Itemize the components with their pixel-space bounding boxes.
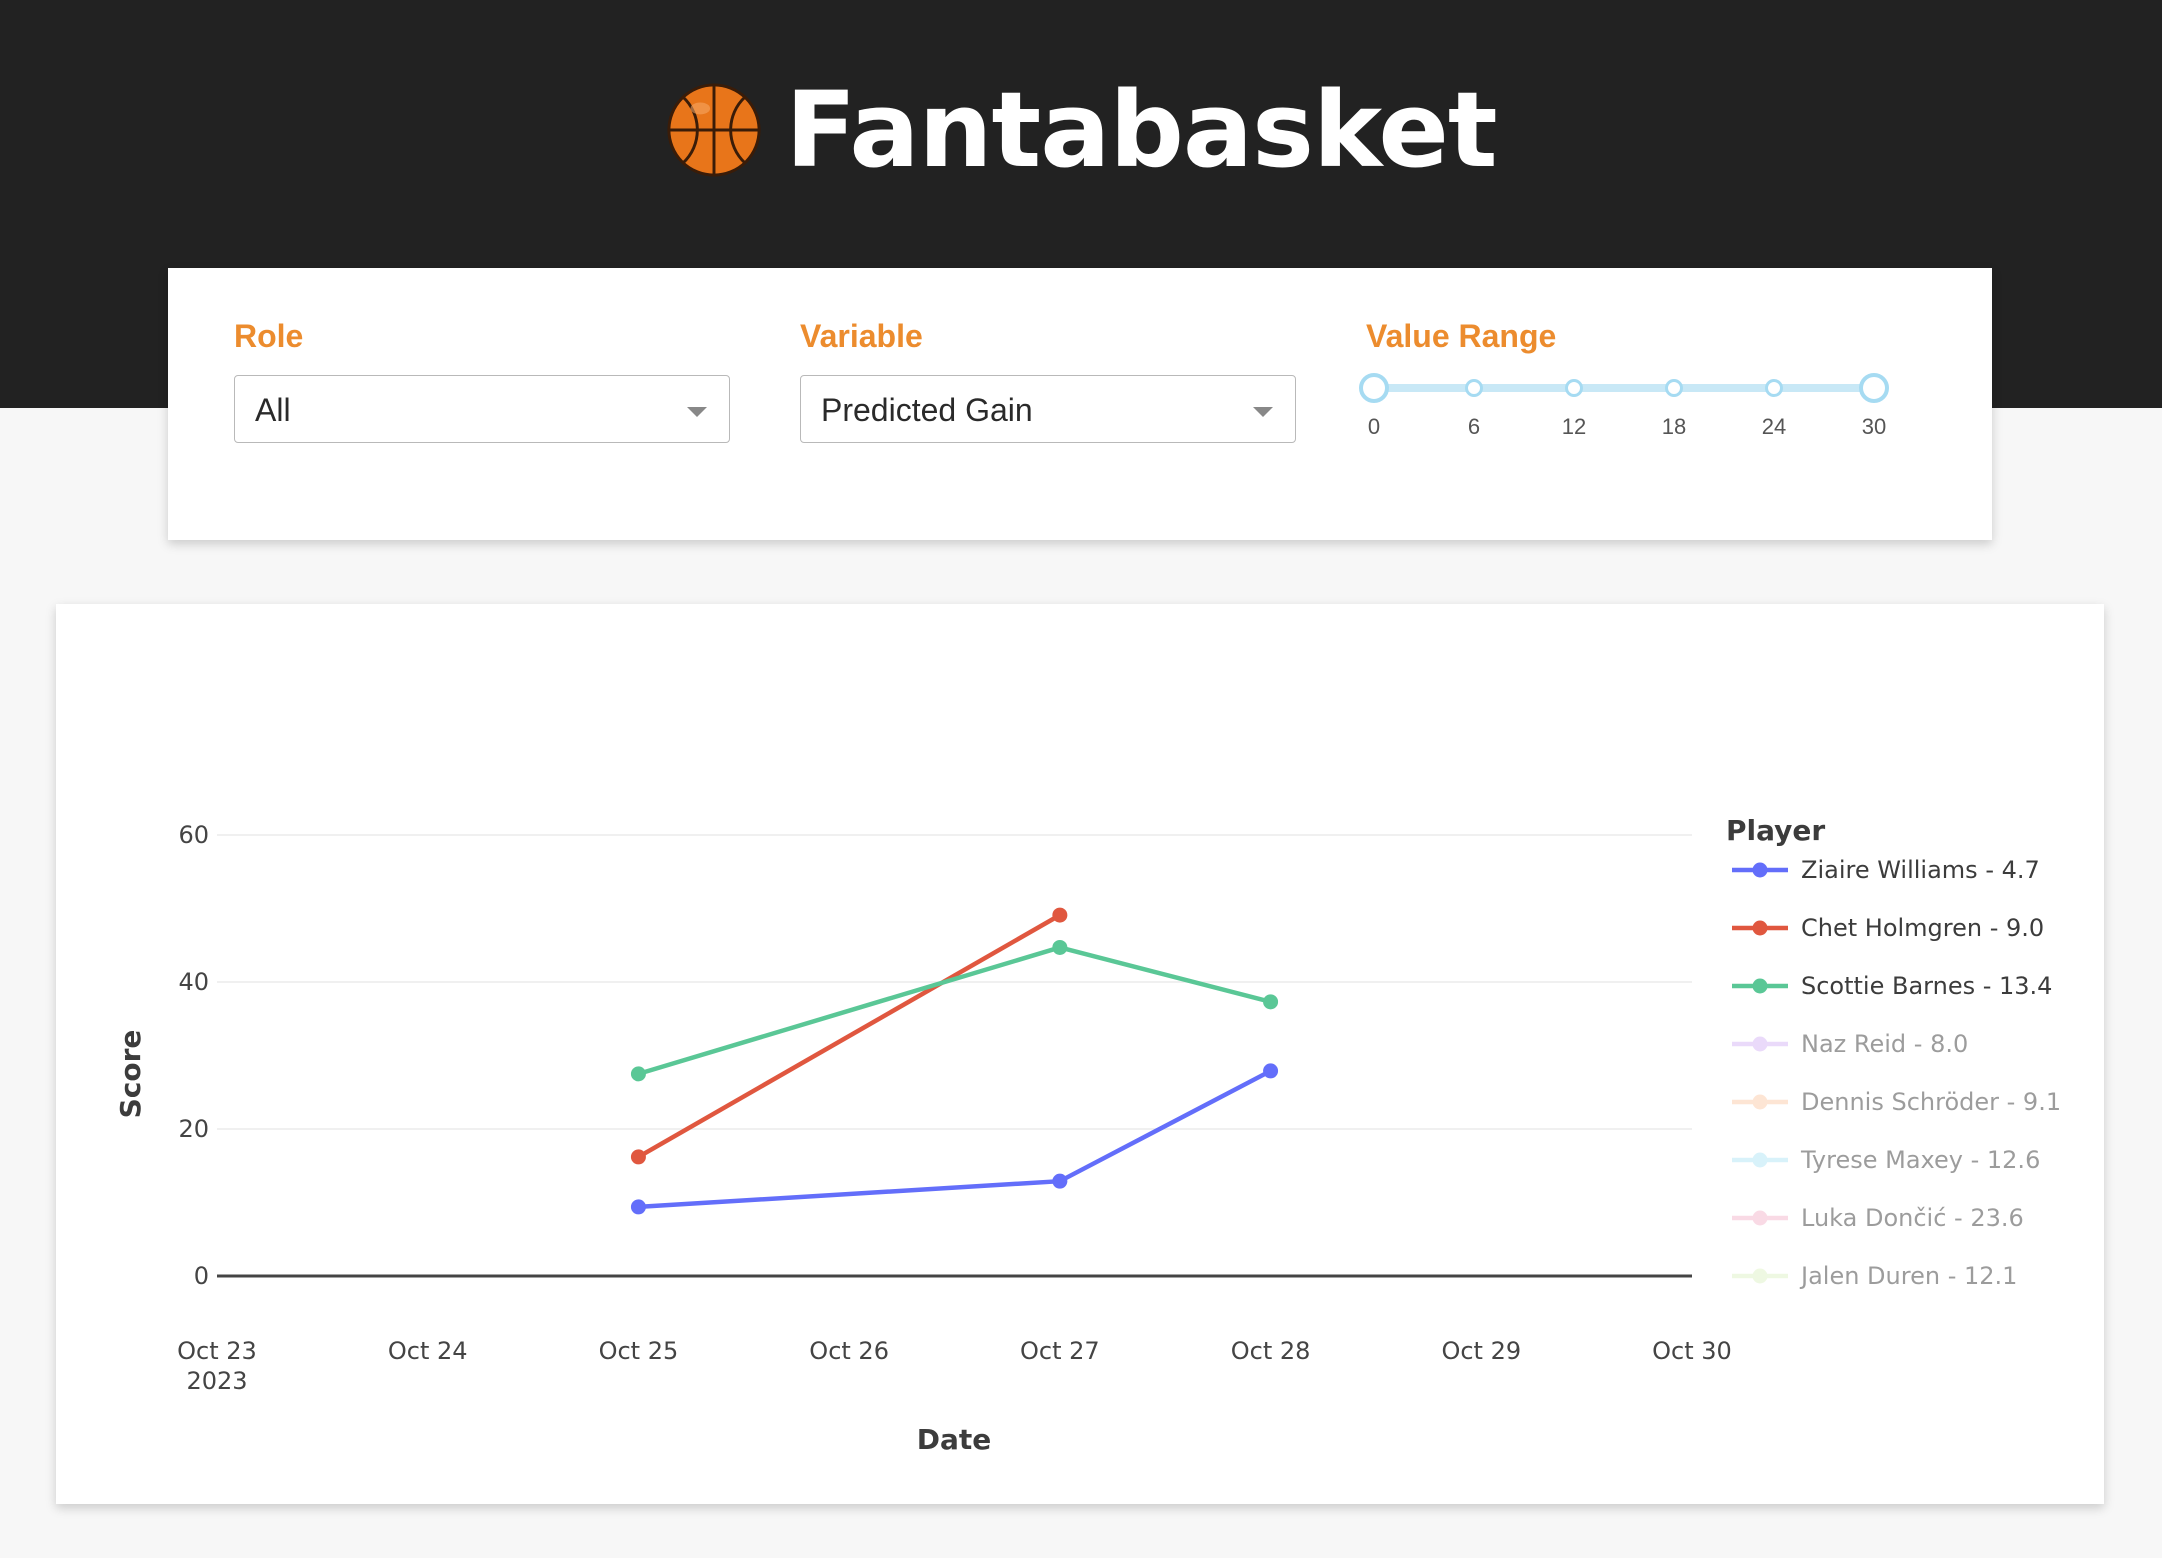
- series-line: [638, 1068, 1272, 1210]
- legend-marker: [1752, 1094, 1768, 1110]
- role-label: Role: [234, 318, 304, 354]
- legend-marker: [1752, 978, 1768, 994]
- data-point[interactable]: [630, 1066, 646, 1082]
- legend-marker: [1752, 1268, 1768, 1284]
- chart-gridlines: [217, 834, 1692, 1278]
- app-title: Fantabasket: [785, 69, 1497, 191]
- legend-label: Chet Holmgren - 9.0: [1801, 914, 2044, 942]
- legend-title: Player: [1726, 814, 1825, 847]
- legend-label: Ziaire Williams - 4.7: [1801, 856, 2040, 884]
- role-select[interactable]: All: [234, 375, 730, 443]
- series-line: [637, 913, 1061, 1159]
- x-tick-label: Oct 26: [809, 1337, 889, 1365]
- y-tick-label: 20: [178, 1115, 209, 1143]
- slider-tick-label: 24: [1761, 414, 1787, 439]
- x-tick-label: Oct 25: [599, 1337, 679, 1365]
- data-point[interactable]: [1263, 994, 1279, 1010]
- legend-item[interactable]: Chet Holmgren - 9.0: [1732, 914, 2044, 942]
- x-tick-label: Oct 29: [1441, 1337, 1521, 1365]
- slider-handle[interactable]: [1359, 373, 1389, 403]
- legend-label: Tyrese Maxey - 12.6: [1800, 1146, 2040, 1174]
- legend-marker: [1752, 862, 1768, 878]
- legend-item[interactable]: Ziaire Williams - 4.7: [1732, 856, 2040, 884]
- variable-label: Variable: [800, 318, 923, 354]
- x-tick-label: Oct 28: [1231, 1337, 1311, 1365]
- x-axis-ticks: Oct 232023 Oct 24 Oct 25 Oct 26 Oct 27 Oct 28…: [177, 1337, 1732, 1395]
- slider-mark: [1565, 379, 1583, 397]
- score-line-chart: 0204060 Oct 232023Oct 24 Oct 25 Oct 26 Oct …: [114, 814, 2061, 1456]
- slider-tick-label: 0: [1367, 414, 1381, 439]
- chart-legend: Ziaire Williams - 4.7 Chet Holmgren - 9.0…: [1732, 856, 2061, 1290]
- x-tick-label: Oct 24: [388, 1337, 468, 1365]
- slider-mark: [1465, 379, 1483, 397]
- slider-tick-label: 30: [1861, 414, 1887, 439]
- legend-label: Dennis Schröder - 9.1: [1801, 1088, 2061, 1116]
- slider-handle[interactable]: [1859, 373, 1889, 403]
- x-axis-title: Date: [917, 1423, 992, 1456]
- chevron-down-icon: [1253, 407, 1273, 417]
- basketball-icon: [667, 83, 761, 177]
- variable-select[interactable]: Predicted Gain: [800, 375, 1296, 443]
- chart-card: 0 20 40 60 Oct 23 2023 Oct 24 Oct 25 Oct 26 Oct …: [56, 604, 2104, 1504]
- legend-label: Naz Reid - 8.0: [1801, 1030, 1968, 1058]
- legend-marker: [1752, 1210, 1768, 1226]
- series-line: [637, 945, 1272, 1077]
- legend-item[interactable]: Dennis Schröder - 9.1: [1732, 1088, 2061, 1116]
- y-tick-label: 40: [178, 968, 209, 996]
- role-select-value: All: [255, 392, 291, 428]
- filter-panel: Role All Variable Predicted Gain Value R…: [168, 268, 1992, 540]
- variable-select-value: Predicted Gain: [821, 392, 1033, 428]
- slider-tick-label: 18: [1661, 414, 1687, 439]
- legend-label: Jalen Duren - 12.1: [1799, 1262, 2017, 1290]
- value-range-label: Value Range: [1366, 318, 1557, 354]
- data-point[interactable]: [1052, 1173, 1068, 1189]
- legend-marker: [1752, 920, 1768, 936]
- y-tick-label: 0: [194, 1262, 209, 1290]
- chart-series: [630, 907, 1279, 1215]
- legend-item[interactable]: Naz Reid - 8.0: [1732, 1030, 1968, 1058]
- data-point[interactable]: [630, 1199, 646, 1215]
- legend-label: Luka Dončić - 23.6: [1801, 1204, 2024, 1232]
- legend-item[interactable]: Luka Dončić - 23.6: [1732, 1204, 2024, 1232]
- slider-tick-label: 6: [1467, 414, 1481, 439]
- data-point[interactable]: [1052, 907, 1068, 923]
- x-tick-label: Oct 23: [177, 1337, 257, 1365]
- legend-marker: [1752, 1152, 1768, 1168]
- legend-label: Scottie Barnes - 13.4: [1801, 972, 2052, 1000]
- legend-marker: [1752, 1036, 1768, 1052]
- slider-mark: [1765, 379, 1783, 397]
- x-tick-year-label: 2023: [186, 1367, 247, 1395]
- legend-item[interactable]: Jalen Duren - 12.1: [1732, 1262, 2017, 1290]
- legend-item[interactable]: Scottie Barnes - 13.4: [1732, 972, 2052, 1000]
- data-point[interactable]: [630, 1149, 646, 1165]
- chevron-down-icon: [687, 407, 707, 417]
- y-axis-title: Score: [114, 1030, 147, 1119]
- y-axis-ticks: 0 20 40 60: [178, 821, 209, 1290]
- slider-tick-label: 12: [1561, 414, 1587, 439]
- x-tick-label: Oct 27: [1020, 1337, 1100, 1365]
- data-point[interactable]: [1052, 939, 1068, 955]
- slider-track[interactable]: [1374, 384, 1874, 392]
- data-point[interactable]: [1263, 1063, 1279, 1079]
- legend-item[interactable]: Tyrese Maxey - 12.6: [1732, 1146, 2040, 1174]
- x-tick-label: Oct 30: [1652, 1337, 1732, 1365]
- y-tick-label: 60: [178, 821, 209, 849]
- value-range-slider[interactable]: 0 6 12 18 24 30: [1359, 370, 1889, 440]
- app-title-bar: Fantabasket: [0, 69, 2162, 191]
- slider-mark: [1665, 379, 1683, 397]
